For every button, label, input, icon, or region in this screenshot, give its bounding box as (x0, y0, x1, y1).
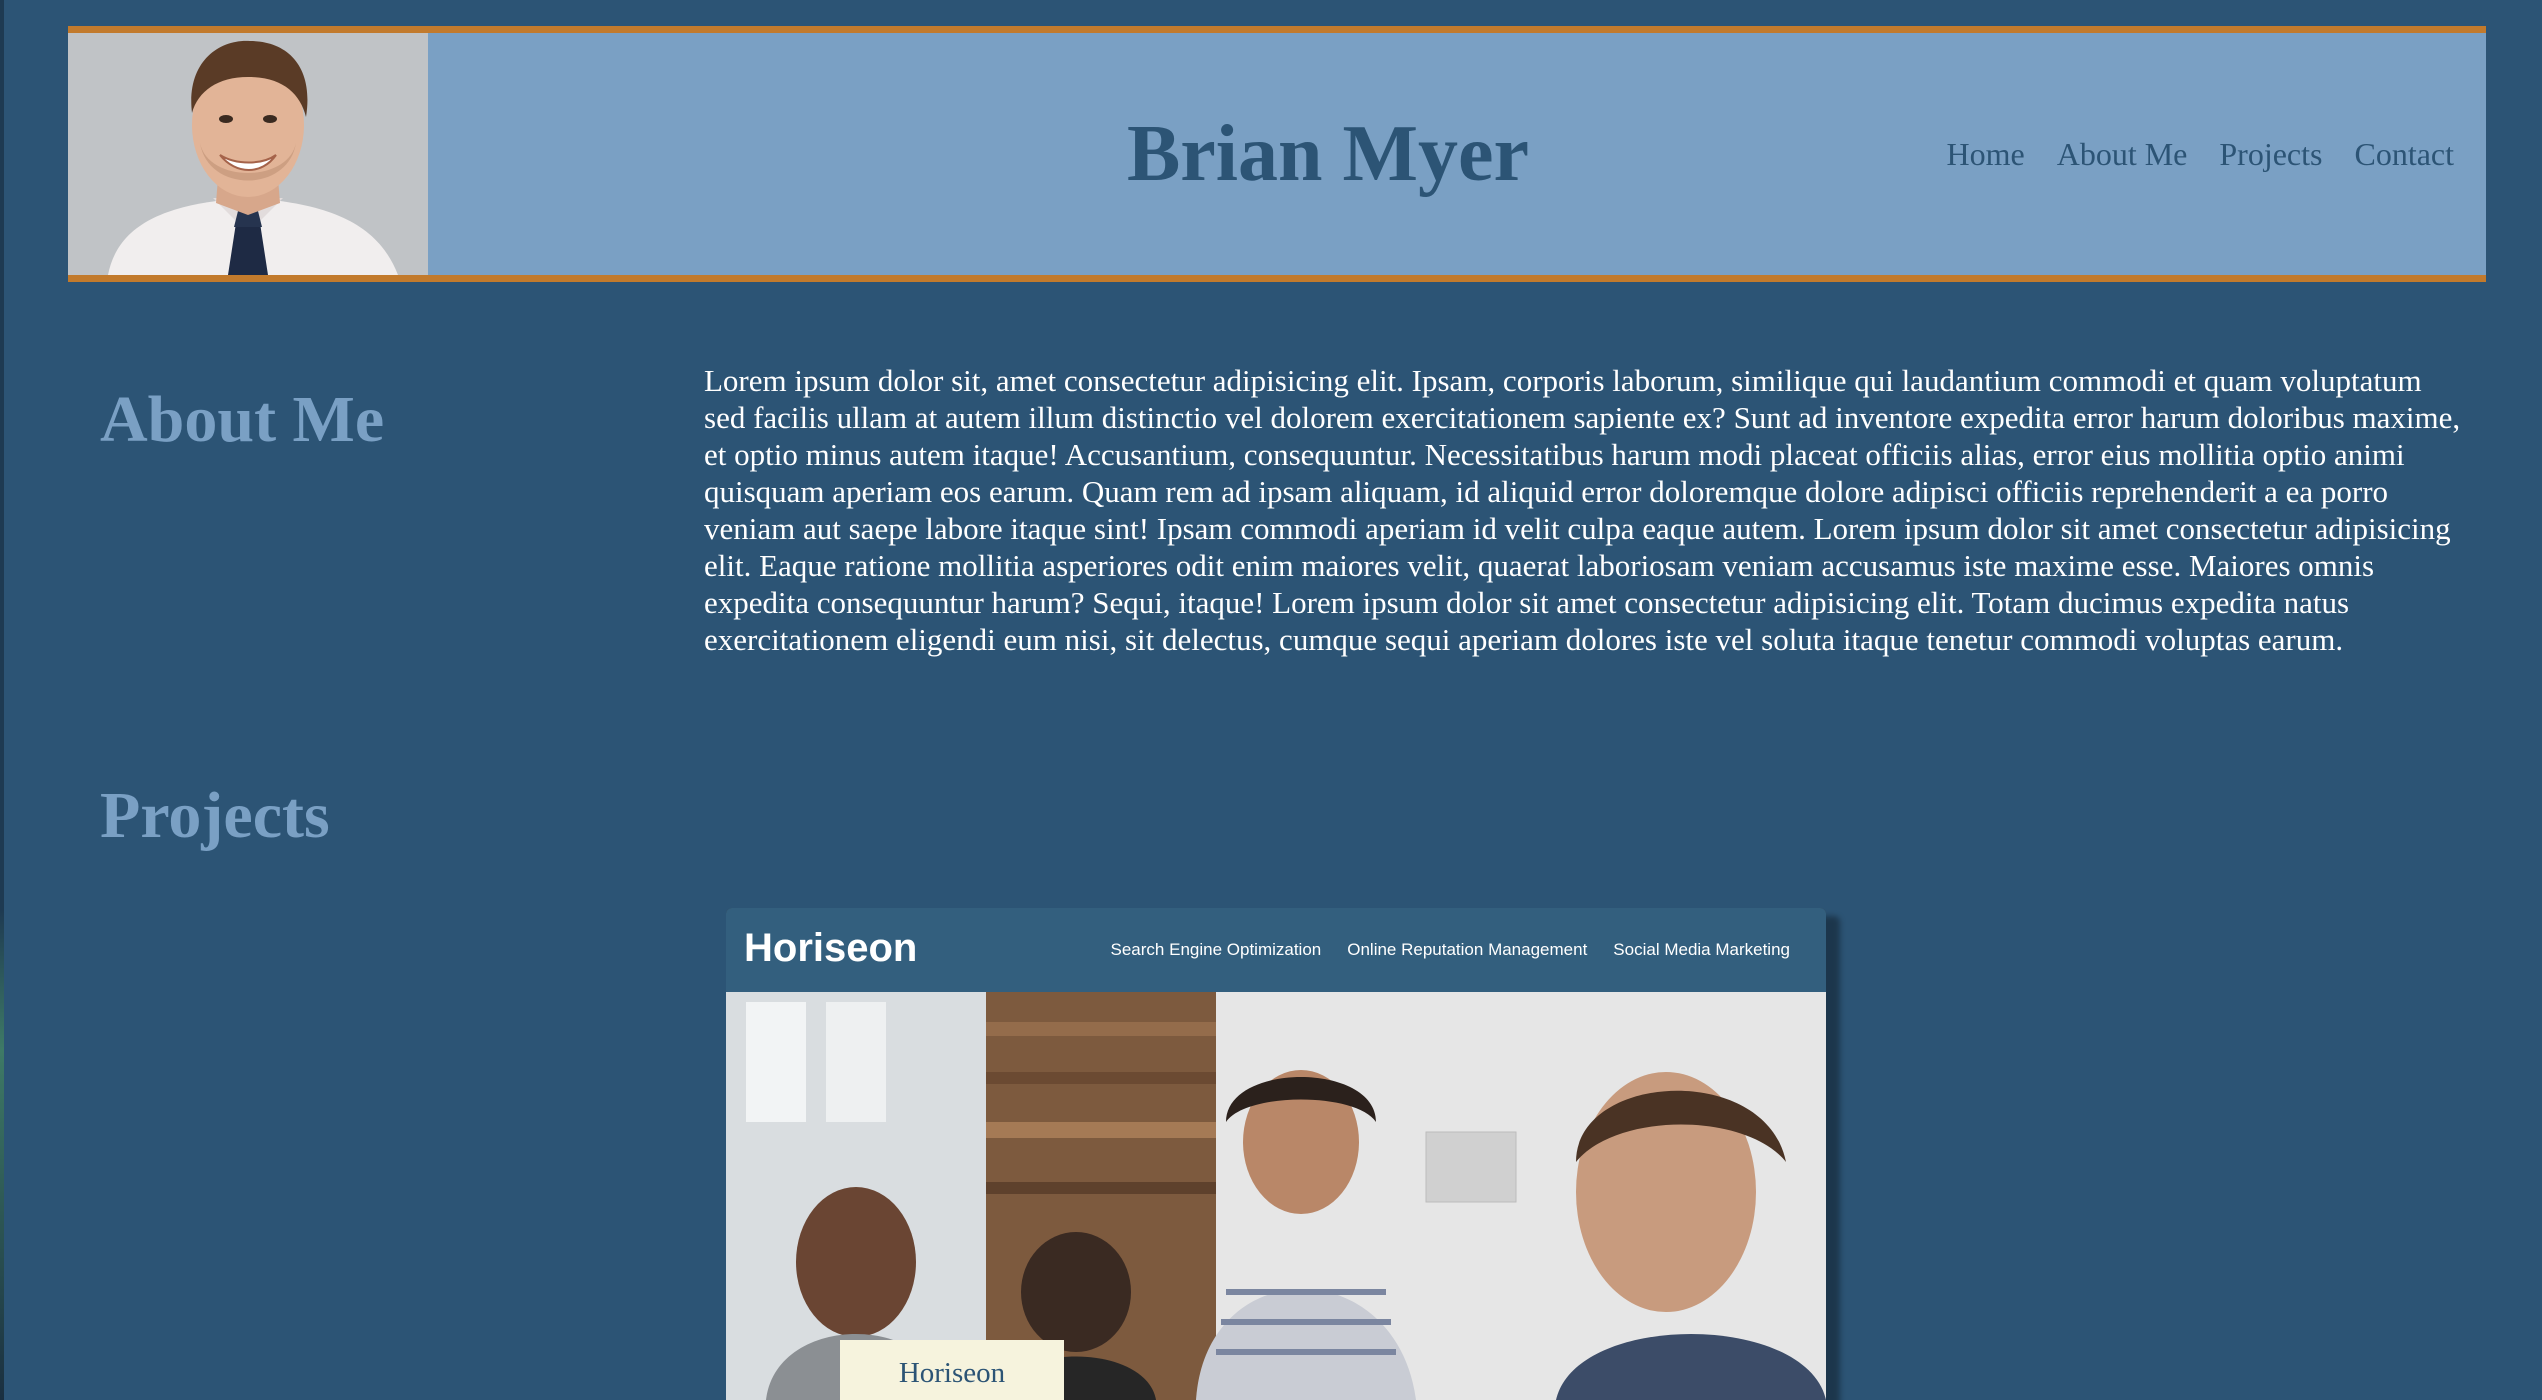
site-title: Brian Myer (1126, 110, 1530, 198)
main-nav: Home About Me Projects Contact (1947, 33, 2454, 275)
nav-about-link[interactable]: About Me (2057, 136, 2188, 173)
project-caption: Horiseon (840, 1340, 1064, 1400)
project-preview-nav: Horiseon Search Engine Optimization Onli… (726, 908, 1826, 992)
project-hero-image: Horiseon (726, 992, 1826, 1400)
team-meeting-photo (726, 992, 1826, 1400)
project-card-horiseon[interactable]: Horiseon Search Engine Optimization Onli… (726, 908, 1826, 1400)
project-logo: Horiseon (744, 926, 918, 970)
project-link-seo: Search Engine Optimization (1110, 940, 1322, 959)
project-preview-links: Search Engine Optimization Online Reputa… (1111, 908, 1790, 992)
project-link-reputation: Online Reputation Management (1347, 940, 1588, 959)
site-header: Brian Myer Home About Me Projects Contac… (68, 26, 2486, 282)
profile-photo-image (68, 33, 428, 275)
project-link-social: Social Media Marketing (1613, 940, 1790, 959)
about-heading: About Me (100, 383, 385, 456)
window-edge (0, 0, 4, 1400)
about-text: Lorem ipsum dolor sit, amet consectetur … (704, 363, 2461, 657)
nav-projects-link[interactable]: Projects (2219, 136, 2322, 173)
profile-photo (68, 33, 428, 275)
nav-home-link[interactable]: Home (1947, 136, 2025, 173)
nav-contact-link[interactable]: Contact (2354, 136, 2454, 173)
projects-heading: Projects (100, 779, 330, 852)
